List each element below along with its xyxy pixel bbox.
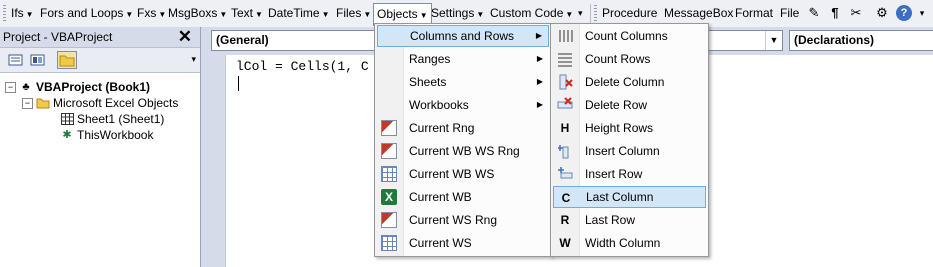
chevron-right-icon: ▶ — [535, 31, 542, 40]
worksheet-icon — [60, 113, 74, 126]
project-explorer: Project - VBAProject ✕ ▾ − ♣ VBAProject (B… — [0, 27, 201, 267]
collapse-icon[interactable]: − — [22, 98, 33, 110]
menu-item-insert-column[interactable]: Insert Column — [553, 140, 706, 162]
delete-row-icon — [557, 97, 573, 113]
range-icon — [381, 212, 397, 228]
menu-custom-code[interactable]: Custom Code ▼ — [488, 5, 575, 22]
menu-files[interactable]: Files ▼ — [334, 5, 373, 22]
chevron-right-icon: ▶ — [536, 54, 543, 63]
menu-item-ranges[interactable]: Ranges ▶ — [377, 48, 549, 70]
help-icon[interactable]: ? — [896, 5, 912, 21]
menu-item-height-rows[interactable]: H Height Rows — [553, 117, 706, 139]
last-row-icon: R — [560, 213, 570, 227]
menu-item-current-rng[interactable]: Current Rng — [377, 117, 549, 139]
chevron-right-icon: ▶ — [536, 77, 543, 86]
chevron-down-icon[interactable]: ▾ — [914, 5, 930, 21]
menu-item-insert-row[interactable]: Insert Row — [553, 163, 706, 185]
menu-item-delete-column[interactable]: Delete Column — [553, 71, 706, 93]
menu-item-width-column[interactable]: W Width Column — [553, 232, 706, 254]
menu-fxs[interactable]: Fxs ▼ — [135, 5, 168, 22]
chevron-down-icon: ▼ — [419, 11, 428, 20]
tree-item-thisworkbook[interactable]: ✱ ThisWorkbook — [57, 127, 153, 143]
insert-row-icon — [557, 166, 573, 182]
objects-menu: Columns and Rows ▶ Ranges ▶ Sheets ▶ Workbo… — [374, 23, 552, 257]
view-code-icon — [8, 54, 23, 66]
close-icon[interactable]: ✕ — [178, 27, 192, 47]
menu-datetime[interactable]: DateTime ▼ — [266, 5, 332, 22]
toolbar-grip[interactable] — [594, 5, 597, 22]
procedure-button[interactable]: Procedure — [600, 5, 659, 22]
messagebox-button[interactable]: MessageBox — [662, 5, 735, 22]
code-line: lCol = Cells(1, C — [236, 59, 369, 74]
menu-item-current-wb-ws[interactable]: Current WB WS — [377, 163, 549, 185]
menu-item-last-column[interactable]: C Last Column — [553, 186, 706, 208]
tree-item-vbaproject[interactable]: − ♣ VBAProject (Book1) — [5, 79, 150, 95]
toolbar-overflow-icon[interactable]: ▾ — [576, 5, 585, 22]
folder-icon — [59, 55, 75, 67]
menu-item-current-wb-ws-rng[interactable]: Current WB WS Rng — [377, 140, 549, 162]
menu-fors-and-loops[interactable]: Fors and Loops ▼ — [38, 5, 135, 22]
columns-rows-submenu: Count Columns Count Rows Delete Column D… — [550, 23, 709, 257]
menu-item-count-columns[interactable]: Count Columns — [553, 25, 706, 47]
chevron-down-icon: ▼ — [219, 10, 228, 19]
tree-item-excel-objects[interactable]: − Microsoft Excel Objects — [22, 95, 178, 111]
height-rows-icon: H — [560, 121, 570, 135]
toolbar-grip[interactable] — [3, 5, 6, 22]
menu-item-columns-and-rows[interactable]: Columns and Rows ▶ — [377, 25, 549, 47]
gear-icon[interactable]: ⚙ — [874, 5, 890, 21]
menu-msgboxs[interactable]: MsgBoxs ▼ — [166, 5, 229, 22]
count-columns-icon — [557, 28, 573, 44]
menu-settings[interactable]: Settings ▼ — [429, 5, 486, 22]
paragraph-icon[interactable]: ¶ — [827, 5, 843, 21]
count-rows-icon — [557, 51, 573, 67]
menu-text[interactable]: Text ▼ — [229, 5, 265, 22]
toggle-folders-button[interactable] — [57, 51, 77, 69]
menu-item-workbooks[interactable]: Workbooks ▶ — [377, 94, 549, 116]
range-icon — [381, 120, 397, 136]
folder-icon — [36, 97, 50, 110]
chevron-down-icon: ▼ — [565, 10, 574, 19]
excel-icon: X — [381, 189, 397, 205]
project-explorer-title: Project - VBAProject ✕ — [0, 27, 200, 48]
menu-item-current-wb[interactable]: X Current WB — [377, 186, 549, 208]
collapse-icon[interactable]: − — [5, 82, 16, 94]
file-button[interactable]: File — [778, 5, 801, 22]
edit-icon[interactable]: ✎ — [806, 5, 822, 21]
menu-item-delete-row[interactable]: Delete Row — [553, 94, 706, 116]
width-column-icon: W — [559, 236, 571, 250]
insert-column-icon — [557, 143, 573, 159]
chevron-down-icon: ▼ — [321, 10, 330, 19]
grid-icon — [381, 166, 397, 182]
last-column-icon: C — [561, 191, 571, 205]
menu-item-sheets[interactable]: Sheets ▶ — [377, 71, 549, 93]
chevron-down-icon: ▼ — [363, 10, 372, 19]
view-code-button[interactable] — [6, 51, 26, 69]
chevron-down-icon: ▼ — [255, 10, 263, 19]
chevron-down-icon[interactable]: ▼ — [765, 31, 782, 50]
range-icon — [381, 143, 397, 159]
chevron-right-icon: ▶ — [536, 100, 543, 109]
project-explorer-toolbar: ▾ — [0, 48, 200, 73]
vbaproject-icon: ♣ — [22, 81, 30, 94]
grid-icon — [381, 235, 397, 251]
menu-item-current-ws[interactable]: Current WS — [377, 232, 549, 254]
tools-icon[interactable]: ✂ — [848, 5, 864, 21]
tree-item-sheet1[interactable]: Sheet1 (Sheet1) — [57, 111, 164, 127]
chevron-down-icon: ▼ — [125, 10, 134, 19]
menu-ifs[interactable]: Ifs ▼ — [9, 5, 36, 22]
chevron-down-icon[interactable]: ▾ — [191, 54, 196, 65]
chevron-down-icon: ▼ — [476, 10, 485, 19]
workbook-icon: ✱ — [62, 129, 72, 142]
format-button[interactable]: Format — [733, 5, 775, 22]
toolbar-separator — [590, 4, 591, 23]
view-object-icon — [30, 54, 45, 66]
menu-item-count-rows[interactable]: Count Rows — [553, 48, 706, 70]
procedure-combo[interactable]: (Declarations) — [789, 30, 933, 51]
menu-item-last-row[interactable]: R Last Row — [553, 209, 706, 231]
chevron-down-icon: ▼ — [25, 10, 34, 19]
view-object-button[interactable] — [28, 51, 48, 69]
menu-item-current-ws-rng[interactable]: Current WS Rng — [377, 209, 549, 231]
delete-column-icon — [557, 74, 573, 90]
text-caret — [238, 76, 239, 91]
